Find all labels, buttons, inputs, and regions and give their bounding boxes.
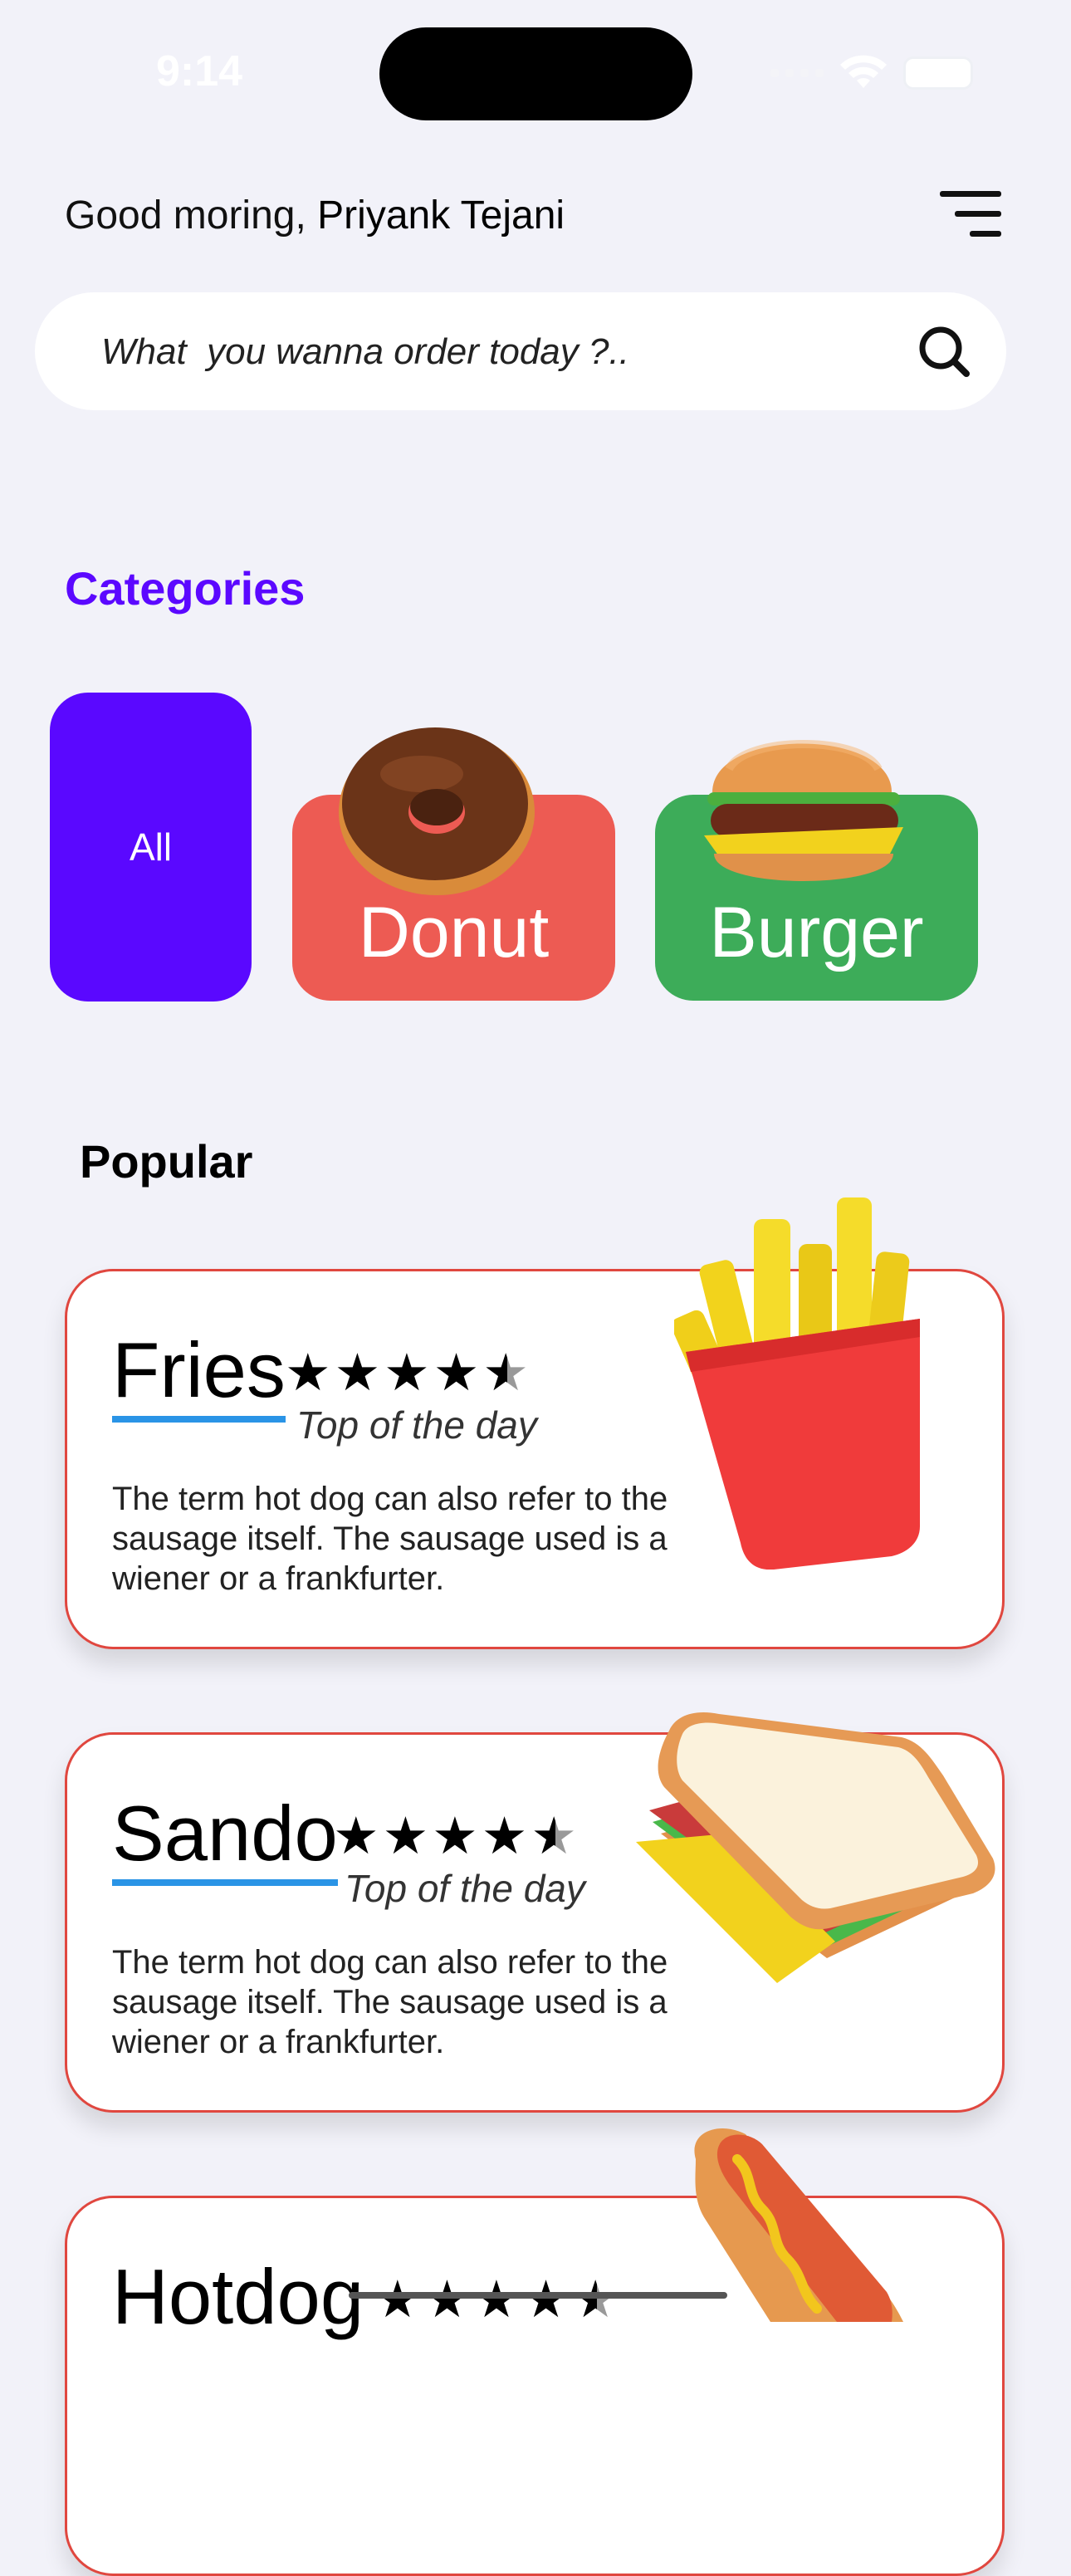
greeting: Good moring, Priyank Tejani: [65, 193, 565, 238]
sandwich-icon: [636, 1712, 995, 1983]
signal-icon: [770, 69, 824, 77]
food-name: Fries: [112, 1331, 286, 1423]
burger-icon: [704, 740, 903, 881]
full-stars: ★★★★: [285, 1344, 483, 1402]
user-name: Priyank Tejani: [317, 193, 565, 238]
hotdog-icon: [694, 2128, 903, 2322]
popular-title: Popular: [80, 1135, 253, 1188]
greeting-prefix: Good moring,: [65, 193, 318, 238]
categories-title: Categories: [65, 562, 306, 615]
half-star: ★: [572, 2271, 622, 2329]
food-tag: Top of the day: [296, 1403, 537, 1447]
wifi-icon: [840, 55, 887, 88]
dynamic-island: [379, 27, 692, 120]
category-label: Donut: [358, 893, 550, 972]
name-underline: [112, 1416, 286, 1423]
food-name-text: Sando: [112, 1790, 338, 1877]
search-input[interactable]: [100, 322, 850, 382]
half-star: ★: [531, 1808, 580, 1865]
food-tag: Top of the day: [345, 1867, 585, 1910]
food-name: Sando: [112, 1795, 338, 1886]
full-stars: ★★★★: [374, 2271, 573, 2329]
status-indicators: [770, 55, 973, 91]
half-star: ★: [482, 1344, 532, 1402]
food-description: The term hot dog can also refer to the s…: [112, 1481, 668, 1597]
rating-stars: ★★★★★: [285, 1348, 532, 1399]
search-icon[interactable]: [915, 322, 973, 380]
rating-stars: ★★★★★: [374, 2275, 622, 2326]
category-label: Burger: [709, 893, 924, 972]
food-name-text: Fries: [112, 1326, 286, 1413]
donut-icon: [339, 727, 535, 895]
search-bar: [35, 292, 1006, 410]
fries-icon: [674, 1197, 920, 1570]
food-name: Hotdog: [112, 2258, 364, 2336]
battery-icon: [903, 56, 973, 90]
category-label: All: [129, 825, 173, 869]
rating-stars: ★★★★★: [333, 1811, 580, 1863]
full-stars: ★★★★: [333, 1808, 531, 1865]
category-all[interactable]: All: [50, 693, 252, 1002]
food-name-text: Hotdog: [112, 2253, 364, 2340]
menu-icon[interactable]: [940, 191, 1001, 239]
status-time: 9:14: [156, 47, 243, 95]
name-underline: [112, 1879, 338, 1886]
